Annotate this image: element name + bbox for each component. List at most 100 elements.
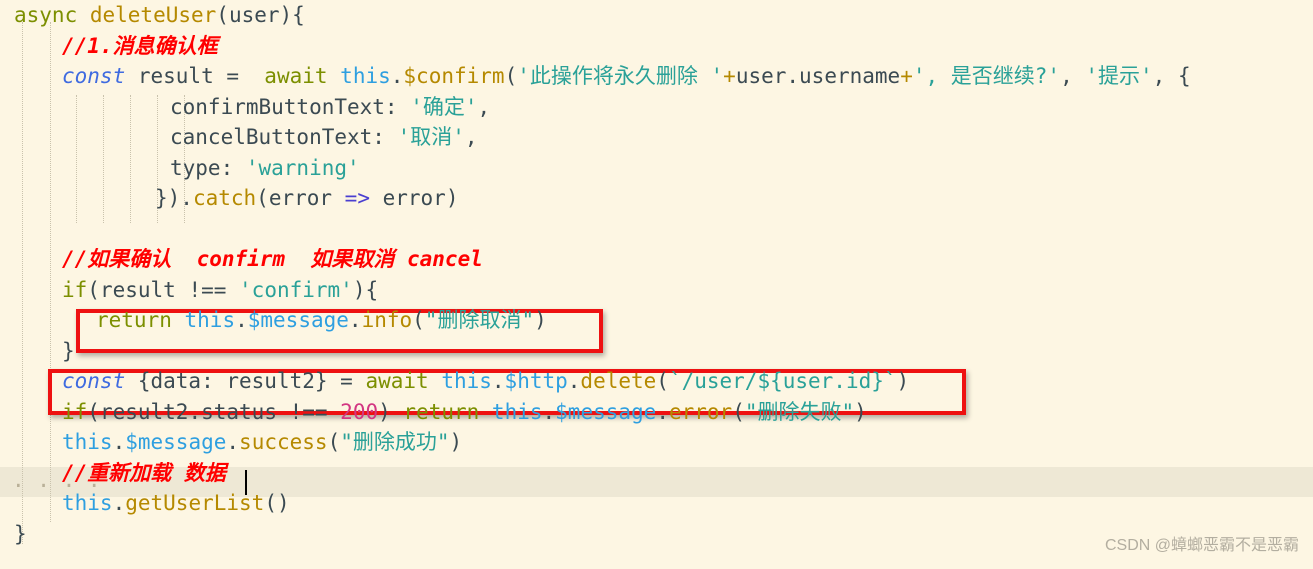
string-delete-success: "删除成功" xyxy=(340,430,450,454)
paren: ( xyxy=(656,369,669,393)
string-delete-cancelled: "删除取消" xyxy=(424,308,535,332)
code-line: async deleteUser(user){ xyxy=(0,0,1313,31)
dot: . xyxy=(112,491,126,515)
keyword-await: await xyxy=(264,64,328,88)
dot: . xyxy=(390,64,404,88)
arrow-body: error) xyxy=(369,186,459,210)
number-200: 200 xyxy=(340,399,379,424)
dot: . xyxy=(112,430,126,454)
method-catch: catch xyxy=(192,186,257,210)
keyword-return: return xyxy=(96,308,172,332)
code-line: const result = await this.$confirm('此操作将… xyxy=(0,61,1313,92)
code-line-active: //重新加载 数据 xyxy=(0,458,1313,489)
dot: . xyxy=(491,369,505,393)
keyword-const: const xyxy=(62,369,126,393)
comma: , xyxy=(1060,64,1086,88)
property-message: $message xyxy=(125,430,227,454)
function-name: deleteUser xyxy=(89,3,217,27)
comment-message-box: //1.消息确认框 xyxy=(62,33,218,58)
paren: ) xyxy=(896,369,910,393)
variable-result: result = xyxy=(125,64,265,88)
dot: . xyxy=(542,399,556,424)
dot: . xyxy=(656,399,669,424)
method-delete: delete xyxy=(580,369,657,393)
comma: , xyxy=(464,125,478,149)
close-brace-function: } xyxy=(14,521,27,546)
close-brace-paren: }). xyxy=(155,186,193,210)
comma: , xyxy=(477,94,491,119)
this-keyword: this xyxy=(340,64,391,88)
template-literal-url: `/user/${user.id}` xyxy=(668,369,897,393)
keyword-if: if xyxy=(62,399,88,424)
code-line: if(result !== 'confirm'){ xyxy=(0,275,1313,306)
code-line: this.getUserList() xyxy=(0,488,1313,519)
this-keyword: this xyxy=(441,369,492,393)
parameter: user xyxy=(228,3,280,27)
paren: ) xyxy=(378,399,404,424)
keyword-async: async xyxy=(14,3,90,27)
keyword-return: return xyxy=(403,399,480,424)
this-keyword: this xyxy=(62,430,113,454)
whitespace-indicators: · · · · xyxy=(12,474,101,498)
string-title: '提示' xyxy=(1085,64,1153,88)
csdn-watermark: CSDN @蟑螂恶霸不是恶霸 xyxy=(1104,536,1299,554)
method-get-user-list: getUserList xyxy=(125,491,265,515)
method-error: error xyxy=(668,399,733,424)
keyword-const: const xyxy=(62,64,126,88)
code-editor[interactable]: · · · · async deleteUser(user){ //1.消息确认… xyxy=(0,0,1313,569)
text-caret xyxy=(245,470,247,495)
paren: ) xyxy=(449,430,463,454)
paren: ( xyxy=(412,308,425,332)
close-brace: } xyxy=(62,338,75,363)
keyword-await: await xyxy=(365,369,429,393)
condition-status: result2.status !== xyxy=(99,399,341,424)
comment-confirm-cancel: //如果确认 confirm 如果取消 cancel xyxy=(62,247,483,271)
dot: . xyxy=(348,308,362,332)
code-line-boxed-delete: const {data: result2} = await this.$http… xyxy=(0,366,1313,397)
expression-username: user.username xyxy=(735,64,901,88)
this-keyword: this xyxy=(491,399,543,424)
code-line: if(result2.status !== 200) return this.$… xyxy=(0,397,1313,428)
string-continue: ', 是否继续?' xyxy=(912,64,1061,88)
code-line: }).catch(error => error) xyxy=(0,183,1313,214)
punctuation: ){ xyxy=(279,3,305,27)
paren: ( xyxy=(256,186,269,210)
method-info: info xyxy=(361,308,413,332)
string-confirm: 'confirm' xyxy=(239,277,353,302)
property-message: $message xyxy=(247,308,349,332)
code-line: //如果确认 confirm 如果取消 cancel xyxy=(0,244,1313,275)
code-line: cancelButtonText: '取消', xyxy=(0,122,1313,153)
operator-plus: + xyxy=(723,64,736,88)
string-confirm-msg: '此操作将永久删除 ' xyxy=(517,64,724,88)
code-line-boxed-info: return this.$message.info("删除取消") xyxy=(0,305,1313,336)
comma-brace: , { xyxy=(1152,64,1191,88)
paren: ( xyxy=(504,64,518,88)
param-error: error xyxy=(268,186,345,210)
dot: . xyxy=(567,369,581,393)
destructure-result2: {data: result2} = xyxy=(125,369,366,393)
paren: ( xyxy=(87,277,100,302)
code-line: this.$message.success("删除成功") xyxy=(0,427,1313,458)
paren: ( xyxy=(327,430,341,454)
paren: ) xyxy=(854,399,867,424)
method-success: success xyxy=(239,430,328,454)
condition-result: result !== xyxy=(99,277,240,302)
punctuation: ( xyxy=(216,3,229,27)
option-value-type: 'warning' xyxy=(245,155,360,180)
option-value-confirm-button: '确定' xyxy=(410,94,478,119)
paren: ( xyxy=(87,399,100,424)
this-keyword: this xyxy=(184,308,236,332)
string-delete-failed: "删除失败" xyxy=(744,399,855,424)
arrow-operator: => xyxy=(344,186,370,210)
dot: . xyxy=(235,308,248,332)
parens: () xyxy=(264,491,290,515)
method-confirm: $confirm xyxy=(403,64,505,88)
property-message: $message xyxy=(555,399,657,424)
paren: ( xyxy=(732,399,745,424)
code-line: } xyxy=(0,336,1313,367)
dot: . xyxy=(226,430,240,454)
